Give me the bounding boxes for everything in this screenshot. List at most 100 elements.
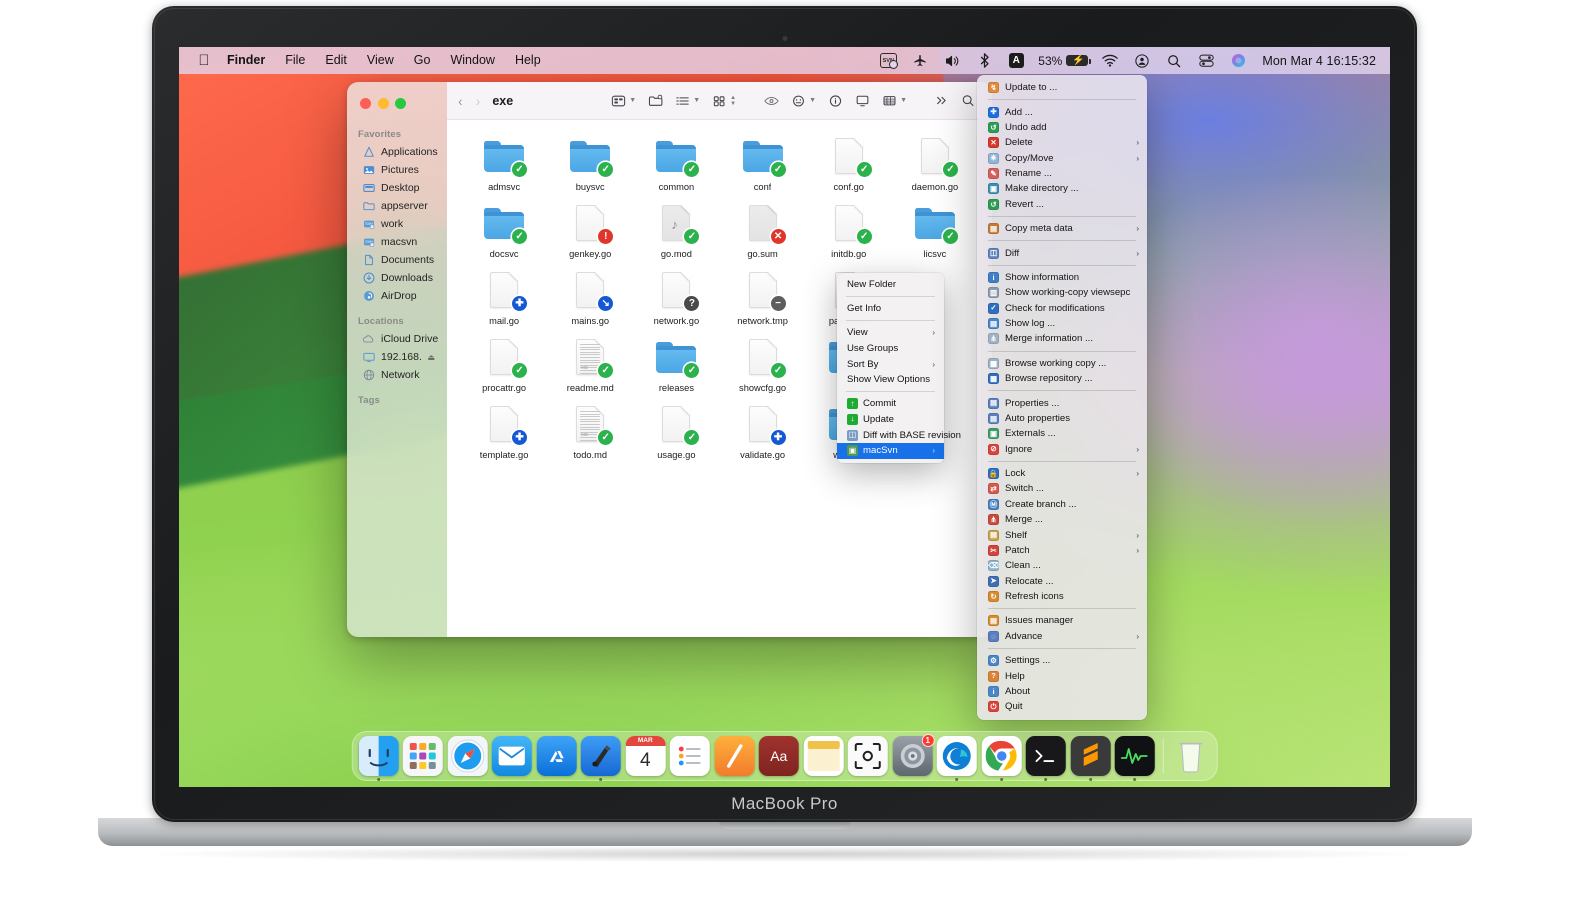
- dock-item-chrome[interactable]: [981, 736, 1021, 776]
- list-options-button[interactable]: ▼: [669, 94, 706, 108]
- dock-item-calendar[interactable]: MAR 4: [625, 736, 665, 776]
- svn-item-switch[interactable]: ⇄Switch ...: [977, 481, 1147, 496]
- svn-item-clean[interactable]: ⌫Clean ...: [977, 558, 1147, 573]
- menu-bar-clock[interactable]: Mon Mar 4 16:15:32: [1254, 54, 1376, 68]
- maximize-button[interactable]: [395, 98, 406, 109]
- svn-item-merge[interactable]: ⋔Merge ...: [977, 512, 1147, 527]
- file-item[interactable]: ✓usage.go: [633, 404, 719, 460]
- menu-item-finder[interactable]: Finder: [217, 51, 275, 70]
- context-menu-item-diff-with-base[interactable]: ◫Diff with BASE revision: [837, 427, 944, 443]
- dock-item-finder[interactable]: [358, 736, 398, 776]
- svn-status-icon[interactable]: SVN: [872, 51, 904, 71]
- svn-item-revert[interactable]: ↺Revert ...: [977, 197, 1147, 212]
- file-item[interactable]: −network.tmp: [719, 270, 805, 326]
- svn-item-make-directory[interactable]: ▣Make directory ...: [977, 181, 1147, 196]
- siri-icon[interactable]: [1222, 51, 1254, 71]
- file-item[interactable]: ✚template.go: [461, 404, 547, 460]
- dock-item-reminders[interactable]: [670, 736, 710, 776]
- file-item[interactable]: ?network.go: [633, 270, 719, 326]
- file-item[interactable]: ✓common: [633, 136, 719, 192]
- dock-item-edge[interactable]: [937, 736, 977, 776]
- svn-item-lock[interactable]: 🔒Lock›: [977, 466, 1147, 481]
- airplane-icon[interactable]: [904, 51, 936, 71]
- input-source-icon[interactable]: A: [1000, 51, 1032, 71]
- svn-item-refresh-icons[interactable]: ↻Refresh icons: [977, 589, 1147, 604]
- svn-item-show-log[interactable]: ▤Show log ...: [977, 316, 1147, 331]
- svn-item-show-information[interactable]: iShow information: [977, 270, 1147, 285]
- spotlight-search-icon[interactable]: [1158, 51, 1190, 71]
- dock-item-sublime-text[interactable]: [1070, 736, 1110, 776]
- svn-item-issues-manager[interactable]: ▤Issues manager: [977, 613, 1147, 628]
- more-chevrons-button[interactable]: [929, 94, 955, 107]
- svn-item-externals[interactable]: ▣Externals ...: [977, 426, 1147, 441]
- svn-item-update-to[interactable]: ↯Update to ...: [977, 80, 1147, 95]
- dock-item-activity-monitor[interactable]: [1115, 736, 1155, 776]
- menu-item-help[interactable]: Help: [505, 51, 551, 70]
- svn-item-show-working-copy-viewsepc[interactable]: ▥Show working-copy viewsepc: [977, 285, 1147, 300]
- sidebar-item-appserver[interactable]: appserver: [351, 197, 441, 215]
- new-folder-button[interactable]: [642, 94, 669, 108]
- context-menu-item-view[interactable]: View›: [837, 325, 944, 341]
- context-menu-item-new-folder[interactable]: New Folder: [837, 277, 944, 293]
- bluetooth-icon[interactable]: [968, 51, 1000, 71]
- context-menu-item-use-groups[interactable]: Use Groups: [837, 340, 944, 356]
- svn-item-browse-working-copy[interactable]: ▦Browse working copy ...: [977, 356, 1147, 371]
- svn-item-delete[interactable]: ✕Delete›: [977, 135, 1147, 150]
- battery-status[interactable]: 53% ⚡: [1032, 54, 1094, 68]
- file-item[interactable]: ✚mail.go: [461, 270, 547, 326]
- dock-item-trash[interactable]: [1171, 736, 1211, 776]
- sidebar-item-icloud-drive[interactable]: iCloud Drive: [351, 330, 441, 348]
- file-item[interactable]: !genkey.go: [547, 203, 633, 259]
- file-item[interactable]: ✓procattr.go: [461, 337, 547, 393]
- svn-item-merge-information[interactable]: ⋔Merge information ...: [977, 331, 1147, 346]
- file-item[interactable]: ✓admsvc: [461, 136, 547, 192]
- svn-item-diff[interactable]: ◫Diff›: [977, 245, 1147, 260]
- dock-item-mail[interactable]: [492, 736, 532, 776]
- svn-item-patch[interactable]: ✂Patch›: [977, 543, 1147, 558]
- svn-item-advance[interactable]: ◌Advance›: [977, 629, 1147, 644]
- forward-button[interactable]: ›: [476, 93, 481, 109]
- dock-item-notes[interactable]: [714, 736, 754, 776]
- svn-item-rename[interactable]: ✎Rename ...: [977, 166, 1147, 181]
- svn-item-quit[interactable]: ⏻Quit: [977, 699, 1147, 714]
- wifi-icon[interactable]: [1094, 51, 1126, 71]
- dock-item-xcode[interactable]: [581, 736, 621, 776]
- context-menu-item-commit[interactable]: ↑Commit: [837, 396, 944, 412]
- context-menu-item-sort-by[interactable]: Sort By›: [837, 356, 944, 372]
- dock-item-launchpad[interactable]: [403, 736, 443, 776]
- sidebar-item-macsvn[interactable]: SVN macsvn: [351, 233, 441, 251]
- file-item[interactable]: MD✓readme.md: [547, 337, 633, 393]
- svn-item-about[interactable]: iAbout: [977, 684, 1147, 699]
- sidebar-item-applications[interactable]: Applications: [351, 143, 441, 161]
- file-item[interactable]: ✓releases: [633, 337, 719, 393]
- svn-item-copy-meta-data[interactable]: ▤Copy meta data›: [977, 221, 1147, 236]
- file-item[interactable]: MD✓todo.md: [547, 404, 633, 460]
- control-center-icon[interactable]: [1190, 51, 1222, 71]
- context-menu-item-show-view-options[interactable]: Show View Options: [837, 372, 944, 388]
- svn-item-add[interactable]: ✚Add ...: [977, 104, 1147, 119]
- menu-item-view[interactable]: View: [357, 51, 404, 70]
- svn-item-auto-properties[interactable]: ▤Auto properties: [977, 411, 1147, 426]
- minimize-button[interactable]: [378, 98, 389, 109]
- file-item[interactable]: ↘mains.go: [547, 270, 633, 326]
- context-menu-item-update[interactable]: ↓Update: [837, 411, 944, 427]
- menu-item-window[interactable]: Window: [440, 51, 504, 70]
- svn-item-check-for-modifications[interactable]: ✓Check for modifications: [977, 301, 1147, 316]
- menu-item-go[interactable]: Go: [404, 51, 441, 70]
- sidebar-item-work[interactable]: SVN work: [351, 215, 441, 233]
- dock-item-app-store[interactable]: [536, 736, 576, 776]
- dock-item-terminal[interactable]: [1026, 736, 1066, 776]
- dock-item-stickies[interactable]: [803, 736, 843, 776]
- sidebar-item-network[interactable]: Network: [351, 366, 441, 384]
- menu-item-edit[interactable]: Edit: [315, 51, 357, 70]
- dock-item-dictionary[interactable]: Aa: [759, 736, 799, 776]
- sidebar-item-documents[interactable]: Documents: [351, 251, 441, 269]
- file-item[interactable]: ✓conf: [719, 136, 805, 192]
- back-button[interactable]: ‹: [458, 93, 463, 109]
- svn-item-shelf[interactable]: ▤Shelf›: [977, 527, 1147, 542]
- dock-item-screenshot[interactable]: [848, 736, 888, 776]
- svn-item-ignore[interactable]: ⊘Ignore›: [977, 442, 1147, 457]
- user-account-icon[interactable]: [1126, 51, 1158, 71]
- quicklook-eye-button[interactable]: [758, 94, 785, 108]
- file-item[interactable]: ✓showcfg.go: [719, 337, 805, 393]
